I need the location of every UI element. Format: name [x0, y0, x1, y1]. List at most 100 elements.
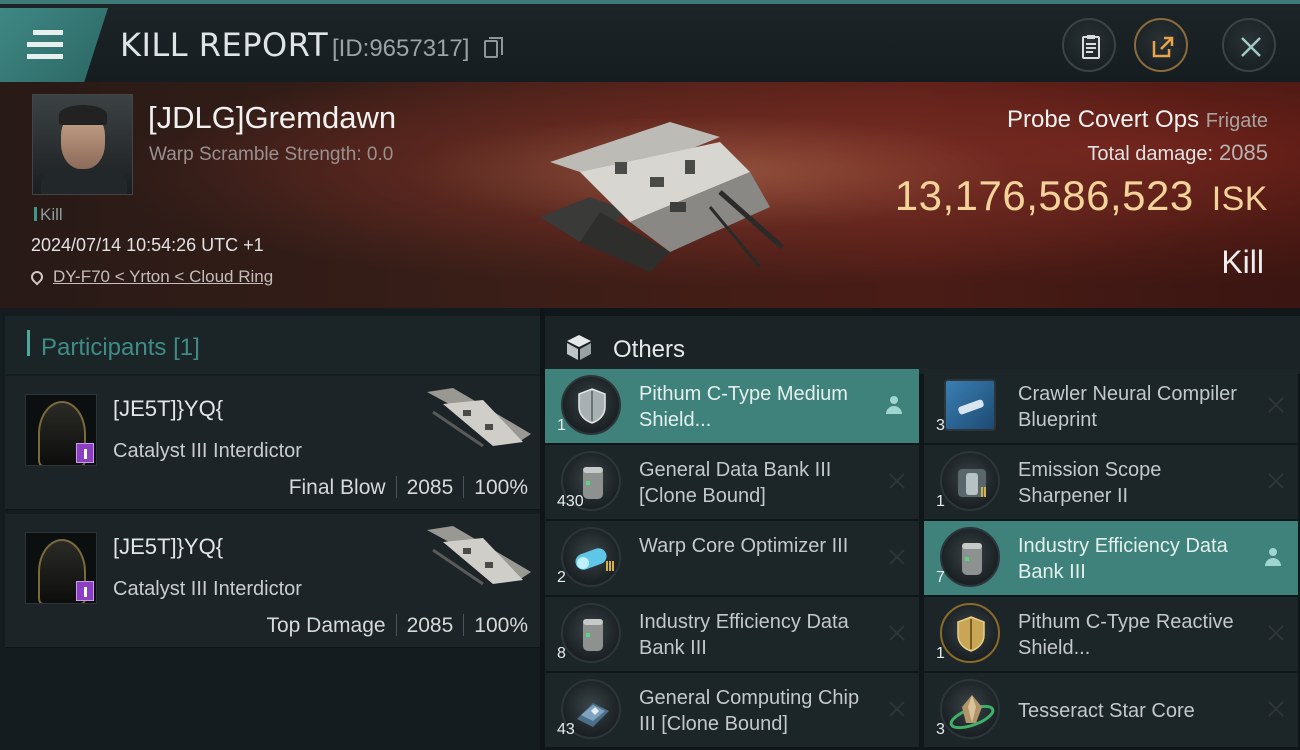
loot-item[interactable]: 1 Pithum C-Type Reactive Shield... — [924, 597, 1298, 671]
item-name: Pithum C-Type Medium Shield... — [639, 383, 848, 431]
shield-booster-icon — [561, 375, 621, 435]
close-icon — [1266, 699, 1286, 719]
top-bar: KILL REPORT [ID:9657317] — [0, 0, 1300, 82]
participant-stats: Final Blow 2085 100% — [289, 476, 528, 500]
participant-role: Final Blow — [288, 476, 386, 499]
close-icon — [1266, 623, 1286, 643]
participants-panel: Participants [1] [JE5T]}YQ{ Catalyst III… — [0, 308, 540, 750]
isk-unit: ISK — [1211, 180, 1268, 218]
header-accent — [27, 330, 30, 356]
loot-item[interactable]: 8 Industry Efficiency Data Bank III — [545, 597, 919, 671]
clipboard-icon — [1082, 35, 1100, 59]
copy-icon[interactable] — [484, 37, 503, 58]
loot-item[interactable]: 7 Industry Efficiency Data Bank III — [924, 521, 1298, 595]
participant-name: [JE5T]}YQ{ — [113, 396, 224, 421]
victim-avatar[interactable] — [32, 94, 133, 195]
close-button[interactable] — [1222, 18, 1276, 72]
loot-item[interactable]: 1 Pithum C-Type Medium Shield... — [545, 369, 919, 443]
info-badge-icon — [76, 443, 94, 463]
close-icon — [1266, 395, 1286, 415]
participants-header[interactable]: Participants [1] — [5, 316, 540, 374]
participant-stats: Top Damage 2085 100% — [266, 614, 528, 638]
participant-ship: Catalyst III Interdictor — [113, 578, 302, 600]
victim-ship-type: Probe Covert Ops Frigate — [1007, 106, 1268, 134]
close-icon — [887, 547, 907, 567]
loot-item[interactable]: 43 General Computing Chip III [Clone Bou… — [545, 673, 919, 747]
participant-name: [JE5T]}YQ{ — [113, 534, 224, 559]
result-tag: Kill — [34, 205, 63, 225]
item-name: Warp Core Optimizer III — [639, 535, 849, 557]
item-name: Emission Scope Sharpener II — [1018, 459, 1162, 507]
star-core-icon — [940, 679, 1000, 739]
clipboard-button[interactable] — [1062, 18, 1116, 72]
loot-item[interactable]: 3 Tesseract Star Core — [924, 673, 1298, 747]
participant-ship-icon — [427, 526, 531, 586]
participant-damage: 2085 — [406, 614, 454, 637]
shield-hardener-icon — [940, 603, 1000, 663]
others-title: Others — [613, 336, 686, 363]
share-icon — [1152, 36, 1174, 58]
loot-item[interactable]: 3 Crawler Neural Compiler Blueprint — [924, 369, 1298, 443]
participant-portrait[interactable] — [25, 394, 97, 466]
item-name: Industry Efficiency Data Bank III — [639, 611, 849, 659]
loot-item[interactable]: 430 General Data Bank III [Clone Bound] — [545, 445, 919, 519]
kill-result: Kill — [1221, 244, 1264, 280]
location-link[interactable]: DY-F70 < Yrton < Cloud Ring — [53, 267, 273, 286]
page-title: KILL REPORT — [120, 26, 329, 64]
participant-role: Top Damage — [266, 614, 386, 637]
participant-damage: 2085 — [406, 476, 454, 499]
total-damage-value: 2085 — [1219, 140, 1268, 165]
loot-item[interactable]: 1 Emission Scope Sharpener II — [924, 445, 1298, 519]
share-button[interactable] — [1134, 18, 1188, 72]
cube-icon — [567, 335, 591, 360]
victim-name[interactable]: [JDLG]Gremdawn — [148, 100, 396, 136]
item-name: Tesseract Star Core — [1018, 700, 1195, 722]
item-quantity: 430 — [557, 493, 584, 510]
victim-banner: [JDLG]Gremdawn Warp Scramble Strength: 0… — [0, 82, 1300, 308]
item-name: Crawler Neural Compiler Blueprint — [1018, 383, 1237, 431]
data-bank-icon — [561, 603, 621, 663]
participant-ship-icon — [427, 388, 531, 448]
participant-portrait[interactable] — [25, 532, 97, 604]
scope-sharpener-icon — [940, 451, 1000, 511]
close-icon — [1266, 471, 1286, 491]
warp-scramble-strength: Warp Scramble Strength: 0.0 — [149, 144, 394, 165]
item-quantity: 1 — [936, 645, 945, 662]
kill-location[interactable]: DY-F70 < Yrton < Cloud Ring — [28, 267, 273, 287]
loot-item[interactable]: 2 Warp Core Optimizer III — [545, 521, 919, 595]
item-quantity: 8 — [557, 645, 566, 662]
location-pin-icon — [28, 268, 46, 286]
item-name: Pithum C-Type Reactive Shield... — [1018, 611, 1234, 659]
others-header: Others — [545, 316, 1300, 374]
info-badge-icon — [76, 581, 94, 601]
item-quantity: 1 — [557, 417, 566, 434]
total-damage-label: Total damage: — [1087, 143, 1214, 165]
item-quantity: 3 — [936, 721, 945, 738]
item-quantity: 1 — [936, 493, 945, 510]
participant-ship: Catalyst III Interdictor — [113, 440, 302, 462]
kill-datetime: 2024/07/14 10:54:26 UTC +1 — [31, 235, 264, 255]
close-icon — [887, 623, 907, 643]
data-bank-icon — [940, 527, 1000, 587]
participant-row[interactable]: [JE5T]}YQ{ Catalyst III Interdictor Top … — [5, 514, 540, 648]
item-quantity: 7 — [936, 569, 945, 586]
item-quantity: 3 — [936, 417, 945, 434]
total-damage: Total damage: 2085 — [1087, 140, 1268, 166]
blueprint-icon — [944, 379, 996, 431]
hamburger-icon — [27, 30, 63, 60]
menu-button[interactable] — [0, 8, 108, 82]
close-icon — [887, 699, 907, 719]
person-icon — [885, 396, 903, 416]
ship-name: Probe Covert Ops — [1006, 106, 1200, 133]
others-panel: Others 1 Pithum C-Type Medium Shield... … — [545, 308, 1300, 750]
participant-row[interactable]: [JE5T]}YQ{ Catalyst III Interdictor Fina… — [5, 376, 540, 510]
victim-ship-image — [540, 122, 784, 272]
warp-core-icon — [561, 527, 621, 587]
participants-count: [1] — [173, 334, 200, 361]
item-quantity: 43 — [557, 721, 575, 738]
item-quantity: 2 — [557, 569, 566, 586]
isk-amount: 13,176,586,523 — [894, 172, 1194, 219]
item-name: General Computing Chip III [Clone Bound] — [639, 687, 860, 735]
item-name: General Data Bank III [Clone Bound] — [639, 459, 832, 507]
close-icon — [887, 471, 907, 491]
